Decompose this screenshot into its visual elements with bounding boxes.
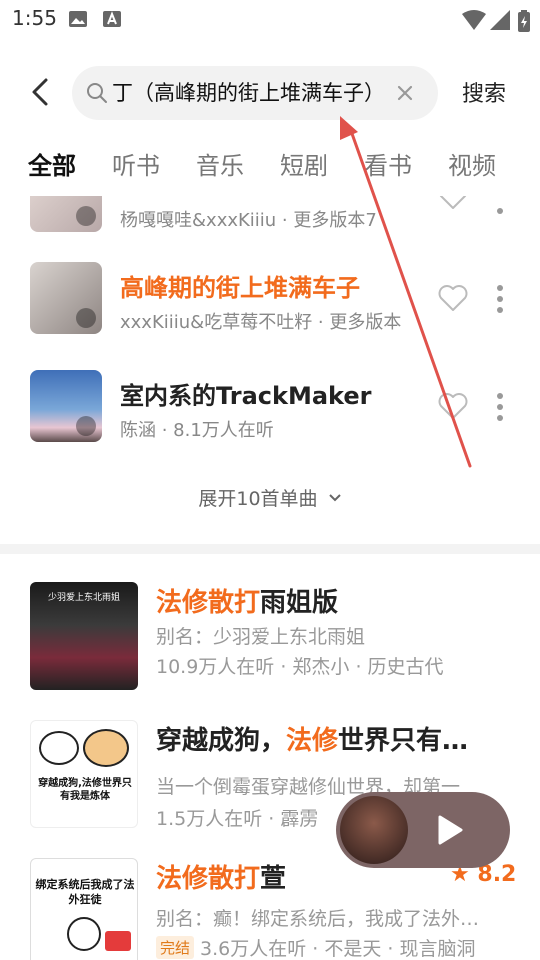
search-icon <box>87 83 107 103</box>
headphone-icon <box>76 308 96 328</box>
book-cover: 穿越成狗,法修世界只有我是炼体 <box>30 720 138 828</box>
more-icon[interactable] <box>496 284 504 314</box>
category-tabs: 全部 听书 音乐 短剧 看书 视频 <box>0 138 540 200</box>
headphone-icon <box>76 206 96 226</box>
song-cover <box>30 262 102 334</box>
search-input[interactable]: 丁（高峰期的街上堆满车子） <box>72 66 438 120</box>
mini-player[interactable] <box>336 792 510 868</box>
battery-icon <box>518 10 530 32</box>
signal-icon <box>490 10 510 30</box>
list-item[interactable]: 杨嘎嘎哇&xxxKiiiu · 更多版本7 <box>0 196 540 236</box>
song-title: 室内系的TrackMaker <box>120 382 372 410</box>
book-meta: 完结 3.6万人在听 · 不是天 · 现言脑洞 <box>156 934 496 960</box>
search-query[interactable]: 丁（高峰期的街上堆满车子） <box>112 78 392 108</box>
status-badge: 完结 <box>156 936 195 959</box>
book-cover-text: 穿越成狗,法修世界只有我是炼体 <box>38 778 132 802</box>
song-cover <box>30 370 102 442</box>
song-title: 高峰期的街上堆满车子 <box>120 274 360 302</box>
tab-audiobook[interactable]: 听书 <box>112 146 160 181</box>
list-item[interactable]: 室内系的TrackMaker 陈涵 · 8.1万人在听 <box>0 370 540 460</box>
song-subtitle: 杨嘎嘎哇&xxxKiiiu · 更多版本7 <box>120 210 377 231</box>
song-cover <box>30 196 102 232</box>
more-icon[interactable] <box>496 392 504 422</box>
back-icon[interactable] <box>22 74 58 110</box>
book-cover: 少羽爱上东北雨姐 <box>30 582 138 690</box>
book-cover: 绑定系统后我成了法外狂徒 <box>30 858 138 960</box>
tab-music[interactable]: 音乐 <box>196 146 244 181</box>
expand-label: 展开10首单曲 <box>198 488 318 510</box>
expand-songs-button[interactable]: 展开10首单曲 <box>0 484 540 511</box>
tab-all[interactable]: 全部 <box>28 146 76 181</box>
a-box-icon <box>103 11 121 27</box>
list-item[interactable]: 高峰期的街上堆满车子 xxxKiiiu&吃草莓不吐籽 · 更多版本 <box>0 262 540 352</box>
play-icon[interactable] <box>436 814 464 846</box>
search-row: 丁（高峰期的街上堆满车子） 搜索 <box>0 60 540 124</box>
song-subtitle: 陈涵 · 8.1万人在听 <box>120 420 274 441</box>
tab-video[interactable]: 视频 <box>448 146 496 181</box>
book-title: 法修散打雨姐版 <box>156 588 339 618</box>
status-bar: 1:55 <box>0 0 540 40</box>
more-icon[interactable] <box>496 196 504 216</box>
heart-icon[interactable] <box>438 196 468 210</box>
book-cover-text: 绑定系统后我成了法外狂徒 <box>35 878 135 906</box>
book-alias: 别名：癫！绑定系统后，我成了法外狂徒 <box>156 908 496 930</box>
heart-icon[interactable] <box>438 284 468 312</box>
section-divider <box>0 544 540 554</box>
headphone-icon <box>76 416 96 436</box>
status-time: 1:55 <box>12 6 57 30</box>
tab-short-drama[interactable]: 短剧 <box>280 146 328 181</box>
tab-reading[interactable]: 看书 <box>364 146 412 181</box>
mini-player-cover[interactable] <box>340 796 408 864</box>
chevron-down-icon <box>328 494 341 502</box>
image-icon <box>69 11 87 27</box>
search-button[interactable]: 搜索 <box>462 76 506 108</box>
book-cover-text: 少羽爱上东北雨姐 <box>47 593 120 603</box>
book-title: 穿越成狗，法修世界只有我是 <box>156 726 486 756</box>
wifi-icon <box>462 10 486 30</box>
clear-icon[interactable] <box>394 82 416 104</box>
book-meta: 10.9万人在听 · 郑杰小 · 历史古代 <box>156 656 444 678</box>
list-item[interactable]: 绑定系统后我成了法外狂徒 法修散打萱 ★ 8.2 别名：癫！绑定系统后，我成了法… <box>0 858 540 960</box>
heart-icon[interactable] <box>438 392 468 420</box>
list-item[interactable]: 少羽爱上东北雨姐 法修散打雨姐版 别名：少羽爱上东北雨姐 10.9万人在听 · … <box>0 582 540 712</box>
song-subtitle: xxxKiiiu&吃草莓不吐籽 · 更多版本 <box>120 312 402 333</box>
book-alias: 别名：少羽爱上东北雨姐 <box>156 626 366 648</box>
